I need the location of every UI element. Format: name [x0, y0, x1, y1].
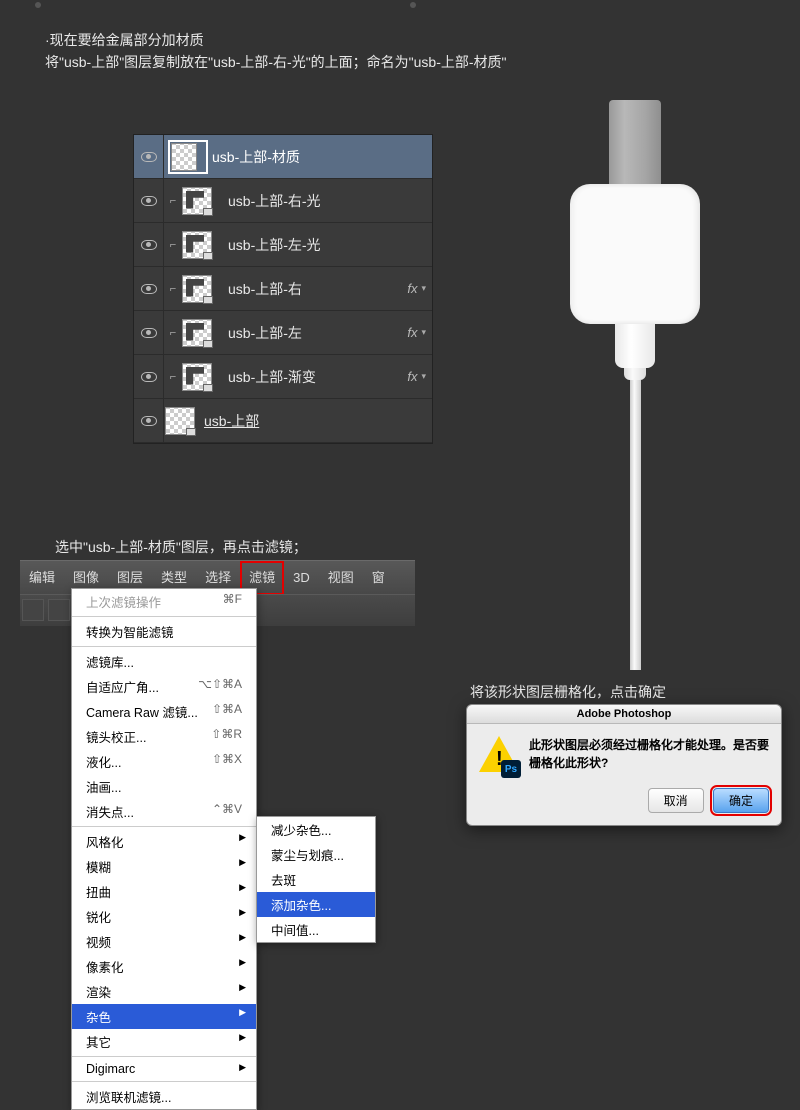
menu-edit[interactable]: 编辑: [20, 561, 64, 595]
layer-name[interactable]: usb-上部-右-光: [228, 191, 432, 211]
menu-view[interactable]: 视图: [319, 561, 363, 595]
layer-thumbnail[interactable]: [182, 319, 212, 347]
menu-digimarc[interactable]: Digimarc▶: [72, 1059, 256, 1079]
layer-thumbnail[interactable]: [182, 187, 212, 215]
layer-thumbnail[interactable]: [171, 143, 197, 171]
dialog-title: Adobe Photoshop: [467, 705, 781, 724]
menu-distort[interactable]: 扭曲▶: [72, 879, 256, 904]
menu-oil-paint[interactable]: 油画...: [72, 774, 256, 799]
layer-row[interactable]: usb-上部-材质: [134, 135, 432, 179]
clip-icon: ⌐: [164, 195, 182, 207]
dialog-intro-text: 将该形状图层栅格化，点击确定: [470, 682, 666, 702]
eye-icon[interactable]: [141, 240, 157, 250]
layer-row[interactable]: ⌐ usb-上部-右 fx ▾: [134, 267, 432, 311]
layer-name[interactable]: usb-上部-左: [228, 323, 407, 343]
eye-icon[interactable]: [141, 328, 157, 338]
menu-liquify[interactable]: 液化...⇧⌘X: [72, 749, 256, 774]
clip-icon: ⌐: [164, 283, 182, 295]
menu-camera-raw[interactable]: Camera Raw 滤镜...⇧⌘A: [72, 699, 256, 724]
filter-menu: 上次滤镜操作⌘F 转换为智能滤镜 滤镜库... 自适应广角...⌥⇧⌘A Cam…: [71, 588, 257, 1110]
ps-badge: Ps: [501, 760, 521, 778]
menu-window[interactable]: 窗: [363, 561, 394, 595]
eye-icon[interactable]: [141, 284, 157, 294]
warning-icon: Ps: [479, 736, 519, 776]
eye-icon[interactable]: [141, 416, 157, 426]
menu-browse-online[interactable]: 浏览联机滤镜...: [72, 1084, 256, 1109]
menu-other[interactable]: 其它▶: [72, 1029, 256, 1054]
submenu-median[interactable]: 中间值...: [257, 917, 375, 942]
layer-thumbnail[interactable]: [182, 363, 212, 391]
usb-illustration: [570, 100, 700, 670]
chevron-down-icon[interactable]: ▾: [421, 283, 426, 294]
intro-line2: 将"usb-上部"图层复制放在"usb-上部-右-光"的上面；命名为"usb-上…: [45, 51, 507, 73]
layer-thumbnail[interactable]: [182, 231, 212, 259]
intro-text: ·现在要给金属部分加材质 将"usb-上部"图层复制放在"usb-上部-右-光"…: [45, 29, 507, 73]
menu-blur[interactable]: 模糊▶: [72, 854, 256, 879]
fx-label[interactable]: fx: [407, 281, 417, 296]
menu-adaptive-wide[interactable]: 自适应广角...⌥⇧⌘A: [72, 674, 256, 699]
menu-lens-correction[interactable]: 镜头校正...⇧⌘R: [72, 724, 256, 749]
chevron-down-icon[interactable]: ▾: [421, 371, 426, 382]
menu-pixelate[interactable]: 像素化▶: [72, 954, 256, 979]
layer-name[interactable]: usb-上部-材质: [212, 147, 432, 167]
eye-icon[interactable]: [141, 372, 157, 382]
layer-name[interactable]: usb-上部-右: [228, 279, 407, 299]
layer-row[interactable]: usb-上部: [134, 399, 432, 443]
layers-panel: usb-上部-材质 ⌐ usb-上部-右-光 ⌐ usb-上部-左-光 ⌐ us…: [133, 134, 433, 444]
menu-video[interactable]: 视频▶: [72, 929, 256, 954]
submenu-dust-scratches[interactable]: 蒙尘与划痕...: [257, 842, 375, 867]
menu-last-filter: 上次滤镜操作⌘F: [72, 589, 256, 614]
layer-name[interactable]: usb-上部-渐变: [228, 367, 407, 387]
rasterize-dialog: Adobe Photoshop Ps 此形状图层必须经过栅格化才能处理。是否要栅…: [466, 704, 782, 826]
clip-icon: ⌐: [164, 371, 182, 383]
fx-label[interactable]: fx: [407, 325, 417, 340]
dialog-message: 此形状图层必须经过栅格化才能处理。是否要栅格化此形状?: [529, 736, 769, 776]
menu-vanishing[interactable]: 消失点...⌃⌘V: [72, 799, 256, 824]
deco-dot: [35, 2, 41, 8]
menu-noise[interactable]: 杂色▶: [72, 1004, 256, 1029]
layer-name[interactable]: usb-上部: [204, 411, 432, 431]
layer-row[interactable]: ⌐ usb-上部-左-光: [134, 223, 432, 267]
menu-convert-smart[interactable]: 转换为智能滤镜: [72, 619, 256, 644]
cancel-button[interactable]: 取消: [648, 788, 704, 813]
deco-dot: [410, 2, 416, 8]
chevron-down-icon[interactable]: ▾: [421, 327, 426, 338]
menu-stylize[interactable]: 风格化▶: [72, 829, 256, 854]
ok-button[interactable]: 确定: [713, 788, 769, 813]
submenu-despeckle[interactable]: 去斑: [257, 867, 375, 892]
submenu-add-noise[interactable]: 添加杂色...: [257, 892, 375, 917]
layer-row[interactable]: ⌐ usb-上部-右-光: [134, 179, 432, 223]
layer-row[interactable]: ⌐ usb-上部-渐变 fx ▾: [134, 355, 432, 399]
menu-sharpen[interactable]: 锐化▶: [72, 904, 256, 929]
menu-3d[interactable]: 3D: [284, 561, 319, 595]
menu-filter-gallery[interactable]: 滤镜库...: [72, 649, 256, 674]
eye-icon[interactable]: [141, 196, 157, 206]
layer-row[interactable]: ⌐ usb-上部-左 fx ▾: [134, 311, 432, 355]
submenu-reduce-noise[interactable]: 减少杂色...: [257, 817, 375, 842]
layer-thumbnail[interactable]: [182, 275, 212, 303]
layer-name[interactable]: usb-上部-左-光: [228, 235, 432, 255]
intro-line1: ·现在要给金属部分加材质: [45, 29, 507, 51]
noise-submenu: 减少杂色... 蒙尘与划痕... 去斑 添加杂色... 中间值...: [256, 816, 376, 943]
layer-thumbnail[interactable]: [165, 407, 195, 435]
menu-render[interactable]: 渲染▶: [72, 979, 256, 1004]
clip-icon: ⌐: [164, 327, 182, 339]
clip-icon: ⌐: [164, 239, 182, 251]
step2-text: 选中"usb-上部-材质"图层，再点击滤镜；: [55, 537, 307, 557]
fx-label[interactable]: fx: [407, 369, 417, 384]
eye-icon[interactable]: [141, 152, 157, 162]
